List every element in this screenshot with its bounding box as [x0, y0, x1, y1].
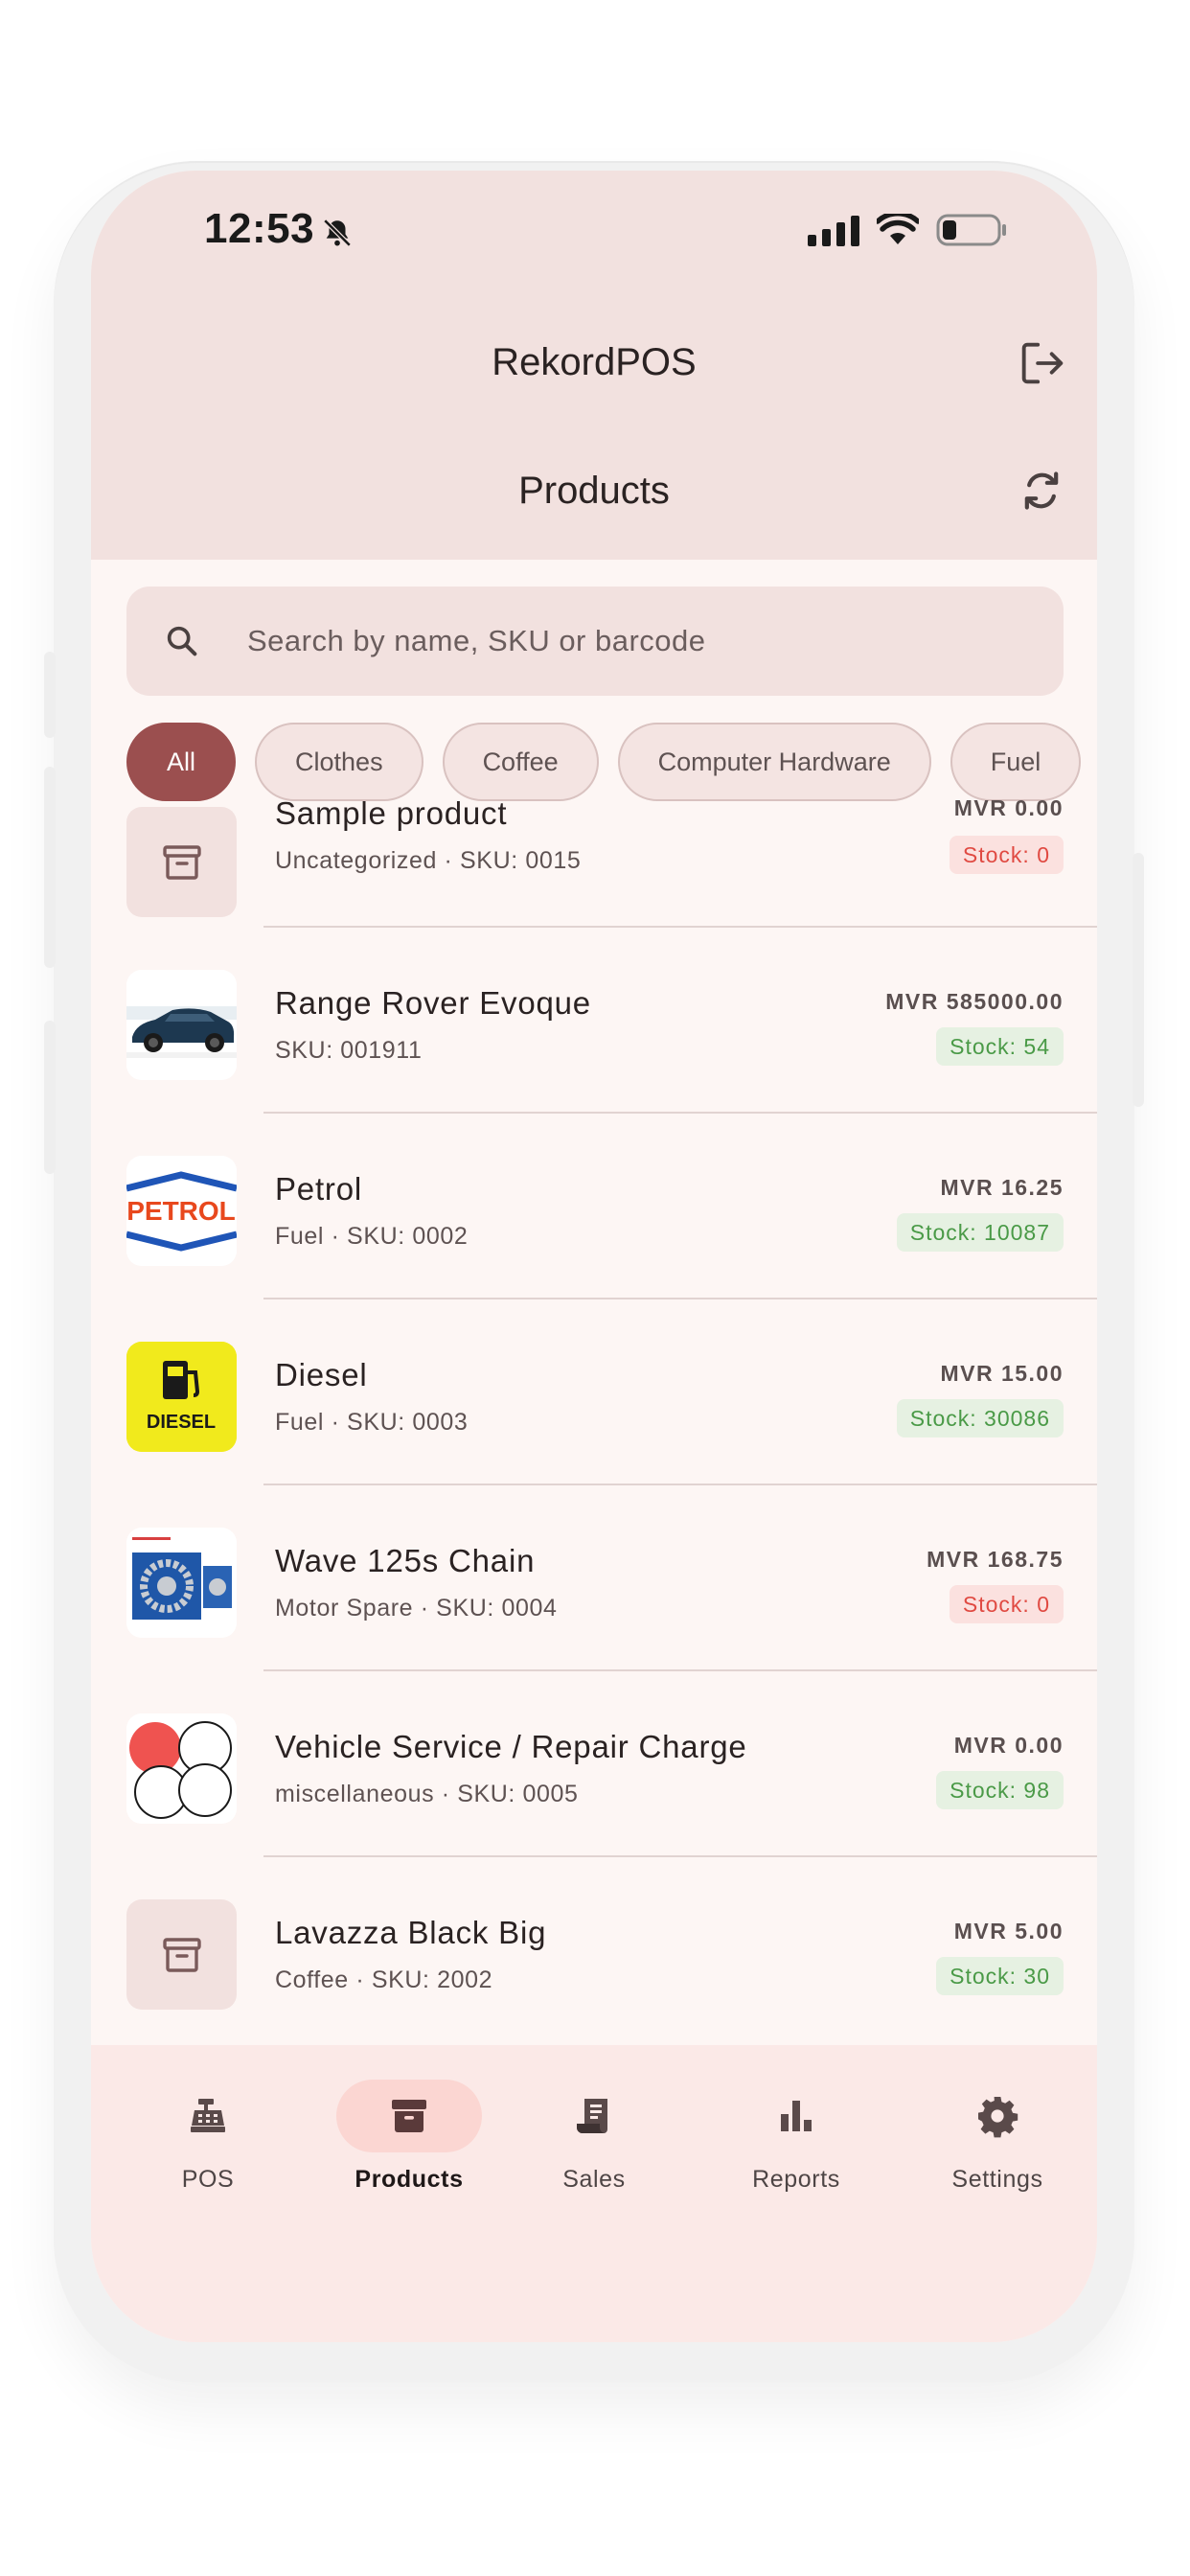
product-name: Sample product	[275, 795, 508, 831]
product-row-wave-125s-chain[interactable]: Wave 125s Chain Motor Spare · SKU: 0004 …	[91, 1485, 1097, 1671]
product-thumbnail	[126, 1528, 237, 1638]
wifi-icon	[877, 214, 919, 244]
search-bar[interactable]	[126, 586, 1064, 696]
diesel-logo-text: DIESEL	[147, 1412, 216, 1433]
product-row-diesel[interactable]: DIESEL Diesel Fuel · SKU: 0003 MVR 15.00…	[91, 1300, 1097, 1485]
nav-indicator	[336, 2080, 482, 2152]
product-price: MVR 0.00	[953, 1733, 1064, 1758]
product-row-sample-product[interactable]: Sample product Uncategorized · SKU: 0015…	[91, 765, 1097, 951]
stock-badge: Stock: 0	[949, 836, 1064, 874]
product-price: MVR 168.75	[927, 1547, 1064, 1572]
gear-icon	[978, 2097, 1018, 2138]
nav-label: Products	[355, 2166, 464, 2193]
archive-box-icon	[162, 844, 201, 880]
nav-sales[interactable]: Sales	[498, 2080, 690, 2194]
phone-side-button	[44, 652, 56, 738]
sync-icon[interactable]	[1015, 464, 1068, 518]
product-thumbnail: DIESEL	[126, 1342, 237, 1452]
nav-indicator	[521, 2080, 667, 2152]
archive-box-icon	[162, 1937, 201, 1972]
petrol-logo: PETROL	[126, 1156, 237, 1266]
nav-reports[interactable]: Reports	[700, 2080, 892, 2194]
top-app-bar: 12:53 RekordPOS Products	[91, 171, 1097, 560]
nav-indicator	[925, 2080, 1070, 2152]
status-time: 12:53	[204, 205, 315, 252]
product-name: Wave 125s Chain	[275, 1543, 536, 1578]
product-name: Diesel	[275, 1357, 368, 1392]
search-input[interactable]	[247, 624, 975, 658]
product-name: Lavazza Black Big	[275, 1915, 547, 1950]
product-thumbnail	[126, 1899, 237, 2010]
product-name: Range Rover Evoque	[275, 985, 591, 1021]
bottom-navigation: POS Products Sales Reports Settings	[91, 2045, 1097, 2342]
nav-label: Settings	[951, 2166, 1043, 2193]
product-row-petrol[interactable]: PETROL Petrol Fuel · SKU: 0002 MVR 16.25…	[91, 1114, 1097, 1300]
nav-pos[interactable]: POS	[112, 2080, 304, 2194]
product-name: Petrol	[275, 1171, 363, 1207]
stock-badge: Stock: 30	[936, 1957, 1064, 1995]
product-thumbnail: PETROL	[126, 1156, 237, 1266]
app-title: RekordPOS	[492, 341, 697, 383]
status-icons	[808, 213, 1009, 247]
product-subtitle: Uncategorized · SKU: 0015	[275, 847, 582, 874]
battery-icon	[936, 214, 1006, 246]
nav-label: Reports	[752, 2166, 840, 2193]
logout-icon[interactable]	[1015, 335, 1070, 391]
product-price: MVR 16.25	[940, 1175, 1064, 1200]
product-subtitle: miscellaneous · SKU: 0005	[275, 1781, 579, 1807]
stock-badge: Stock: 10087	[896, 1213, 1064, 1252]
product-row-vehicle-service[interactable]: Vehicle Service / Repair Charge miscella…	[91, 1671, 1097, 1857]
product-row-range-rover-evoque[interactable]: Range Rover Evoque SKU: 001911 MVR 58500…	[91, 928, 1097, 1114]
product-name: Vehicle Service / Repair Charge	[275, 1729, 747, 1764]
stock-badge: Stock: 0	[949, 1585, 1064, 1623]
diesel-logo: DIESEL	[126, 1342, 237, 1452]
product-price: MVR 0.00	[953, 795, 1064, 820]
chain-image	[126, 1528, 237, 1638]
cellular-signal-icon	[808, 214, 859, 246]
product-row-lavazza-black-big[interactable]: Lavazza Black Big Coffee · SKU: 2002 MVR…	[91, 1857, 1097, 2043]
bar-chart-icon	[781, 2101, 812, 2131]
nav-label: Sales	[562, 2166, 626, 2193]
petrol-logo-text: PETROL	[126, 1196, 236, 1226]
cash-register-icon	[191, 2099, 225, 2132]
nav-indicator	[723, 2080, 869, 2152]
nav-label: POS	[181, 2166, 235, 2193]
search-icon	[167, 626, 197, 656]
stock-badge: Stock: 30086	[896, 1399, 1064, 1438]
phone-side-button	[44, 1021, 56, 1174]
product-thumbnail	[126, 1714, 237, 1824]
product-thumbnail	[126, 807, 237, 917]
car-image	[126, 970, 237, 1080]
stock-badge: Stock: 54	[936, 1027, 1064, 1066]
app-screen: 12:53 RekordPOS Products Search by name,…	[91, 171, 1097, 2342]
product-thumbnail	[126, 970, 237, 1080]
receipt-icon	[577, 2099, 607, 2133]
product-subtitle: Fuel · SKU: 0002	[275, 1223, 469, 1250]
product-subtitle: Motor Spare · SKU: 0004	[275, 1595, 558, 1622]
product-price: MVR 15.00	[940, 1361, 1064, 1386]
page-title: Products	[518, 470, 670, 512]
phone-side-button	[1133, 853, 1144, 1107]
phone-side-button	[44, 767, 56, 968]
product-subtitle: SKU: 001911	[275, 1037, 423, 1064]
circles-image	[126, 1714, 237, 1824]
product-price: MVR 585000.00	[885, 989, 1064, 1014]
product-list: Sample product Uncategorized · SKU: 0015…	[91, 765, 1097, 2045]
product-subtitle: Fuel · SKU: 0003	[275, 1409, 469, 1436]
product-subtitle: Coffee · SKU: 2002	[275, 1966, 493, 1993]
bell-muted-icon	[323, 218, 352, 247]
nav-products[interactable]: Products	[313, 2080, 505, 2194]
product-price: MVR 5.00	[953, 1919, 1064, 1944]
stock-badge: Stock: 98	[936, 1771, 1064, 1809]
nav-settings[interactable]: Settings	[902, 2080, 1093, 2194]
archive-box-icon	[392, 2100, 426, 2132]
nav-indicator	[135, 2080, 281, 2152]
